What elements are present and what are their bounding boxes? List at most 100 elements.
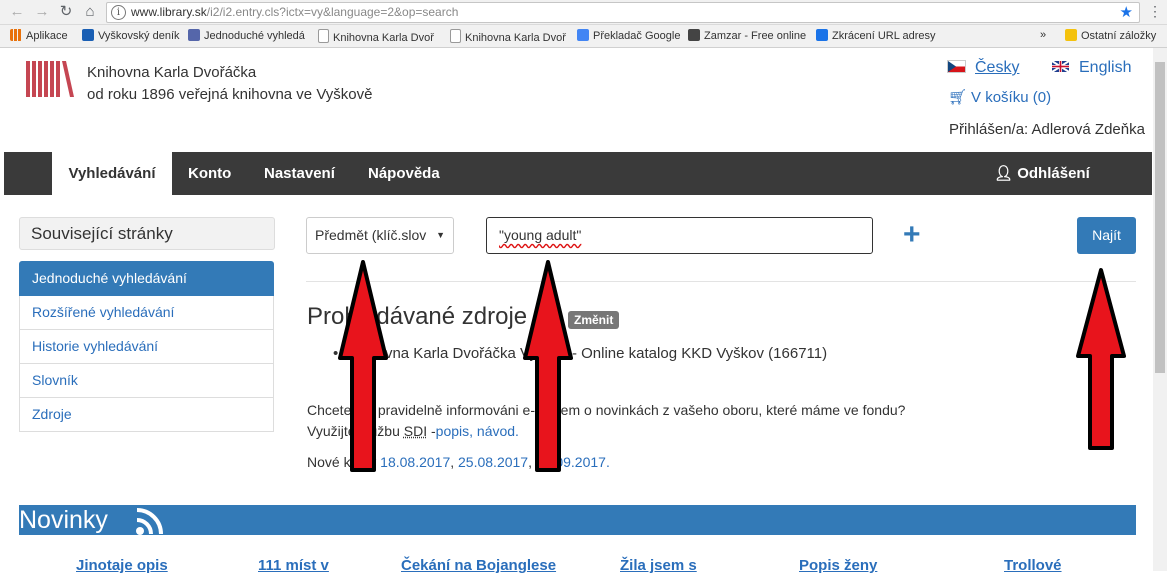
- nav-logout[interactable]: 👤︎ Odhlášení: [994, 152, 1090, 195]
- apps-grid-icon: [10, 29, 22, 41]
- search-field-select[interactable]: Předmět (klíč.slov ▼: [306, 217, 454, 254]
- novinky-book-3[interactable]: Čekání na Bojanglese: [401, 557, 556, 574]
- site-icon: [688, 29, 700, 41]
- sdi-prefix: Využijte službu: [307, 423, 404, 439]
- page-scrollbar[interactable]: [1153, 48, 1167, 571]
- library-name: Knihovna Karla Dvořáčka: [87, 62, 372, 84]
- divider: [306, 281, 1136, 282]
- sidebar-item-search-history[interactable]: Historie vyhledávání: [19, 330, 274, 364]
- bookmark-label: Překladač Google: [593, 30, 680, 42]
- source-item: • Knihovna Karla Dvořáčka Vyškov - Onlin…: [333, 345, 827, 362]
- lang-english-link[interactable]: English: [1052, 59, 1131, 77]
- bookmark-knihovna-1[interactable]: Knihovna Karla Dvoř: [318, 29, 437, 44]
- library-tagline: od roku 1896 veřejná knihovna ve Vyškově: [87, 84, 372, 106]
- novinky-banner: Novinky: [19, 505, 1136, 535]
- new-books-link-1[interactable]: 18.08.2017: [380, 454, 450, 470]
- search-input[interactable]: "young adult": [486, 217, 873, 254]
- scrollbar-thumb[interactable]: [1155, 62, 1165, 373]
- find-button[interactable]: Najít: [1077, 217, 1136, 254]
- sidebar-item-sources[interactable]: Zdroje: [19, 398, 274, 432]
- library-logo: [26, 61, 74, 97]
- reload-icon[interactable]: ↻: [57, 3, 75, 21]
- new-books-link-3[interactable]: 01.09.2017.: [536, 454, 610, 470]
- sidebar-item-dictionary[interactable]: Slovník: [19, 364, 274, 398]
- bookmark-label: Jednoduché vyhledá: [204, 30, 308, 42]
- nav-help[interactable]: Nápověda: [368, 152, 440, 195]
- bookmark-label: Ostatní záložky: [1081, 30, 1156, 42]
- sdi-help-link[interactable]: popis, návod.: [436, 423, 519, 439]
- new-books-line: Nové knihy 18.08.2017, 25.08.2017, 01.09…: [307, 454, 610, 470]
- novinky-book-4[interactable]: Žila jsem s: [620, 557, 697, 574]
- main-navbar: Vyhledávání Konto Nastavení Nápověda 👤︎ …: [4, 152, 1152, 195]
- caret-down-icon: ▼: [428, 218, 445, 253]
- logged-in-user: Přihlášen/a: Adlerová Zdeňka: [949, 121, 1145, 138]
- add-field-icon[interactable]: +: [903, 218, 921, 252]
- home-icon[interactable]: ⌂: [81, 3, 99, 21]
- more-bookmarks[interactable]: »: [1040, 29, 1046, 41]
- sdi-info: Chcete být pravidelně informováni e-mail…: [307, 400, 905, 442]
- site-icon: [816, 29, 828, 41]
- bookmark-label: Knihovna Karla Dvoř: [465, 32, 569, 44]
- url-host: www.library.sk: [131, 5, 207, 19]
- sidebar-heading: Související stránky: [19, 217, 275, 250]
- novinky-book-5[interactable]: Popis ženy: [799, 557, 877, 574]
- cart-label: V košíku (0): [971, 89, 1051, 106]
- nav-account[interactable]: Konto: [188, 152, 231, 195]
- bookmark-apps[interactable]: Aplikace: [10, 29, 68, 42]
- bookmarks-bar: Aplikace Vyškovský deník Jednoduché vyhl…: [0, 25, 1167, 48]
- bookmark-other[interactable]: Ostatní záložky: [1065, 29, 1156, 42]
- bookmark-google-translate[interactable]: Překladač Google: [577, 29, 680, 42]
- sdi-abbr: SDI: [404, 423, 427, 439]
- address-bar[interactable]: i www.library.sk/i2/i2.entry.cls?ictx=vy…: [106, 2, 1140, 23]
- red-arrow-3: [1078, 270, 1124, 448]
- bookmark-jednoduche-vyhledavani[interactable]: Jednoduché vyhledá: [188, 29, 308, 42]
- bookmark-knihovna-2[interactable]: Knihovna Karla Dvoř: [450, 29, 569, 44]
- site-icon: [188, 29, 200, 41]
- nav-settings[interactable]: Nastavení: [264, 152, 335, 195]
- browser-menu-icon[interactable]: ⋮: [1148, 3, 1162, 20]
- browser-toolbar: ← → ↻ ⌂ i www.library.sk/i2/i2.entry.cls…: [0, 0, 1167, 25]
- sidebar-list: Jednoduché vyhledávání Rozšířené vyhledá…: [19, 261, 274, 432]
- sidebar-item-advanced-search[interactable]: Rozšířené vyhledávání: [19, 296, 274, 330]
- forward-icon[interactable]: →: [33, 3, 51, 21]
- rss-icon[interactable]: [135, 508, 163, 536]
- sidebar-item-simple-search[interactable]: Jednoduché vyhledávání: [19, 261, 274, 296]
- bookmark-label: Knihovna Karla Dvoř: [333, 32, 437, 44]
- novinky-book-1[interactable]: Jinotaje opis: [76, 557, 168, 574]
- sources-title: Prohledávané zdroje: [307, 303, 527, 331]
- info-icon[interactable]: i: [111, 5, 126, 20]
- change-sources-button[interactable]: Změnit: [568, 311, 619, 329]
- back-icon[interactable]: ←: [8, 3, 26, 21]
- bookmark-vyskovsky-denik[interactable]: Vyškovský deník: [82, 29, 180, 42]
- bookmark-label: Zkrácení URL adresy: [832, 30, 936, 42]
- library-name-block: Knihovna Karla Dvořáčka od roku 1896 veř…: [87, 62, 372, 106]
- lang-czech-link[interactable]: Česky: [948, 59, 1019, 77]
- nav-logout-label: Odhlášení: [1017, 165, 1090, 182]
- sdi-info-line1: Chcete být pravidelně informováni e-mail…: [307, 400, 905, 421]
- lang-czech-label: Česky: [975, 59, 1019, 76]
- page-icon: [318, 29, 329, 43]
- bookmark-label: Aplikace: [26, 30, 68, 42]
- search-field-value: Předmět (klíč.slov: [315, 227, 426, 243]
- bookmark-zamzar[interactable]: Zamzar - Free online: [688, 29, 806, 42]
- source-item-label: Knihovna Karla Dvořáčka Vyškov - Online …: [347, 345, 828, 362]
- new-books-link-2[interactable]: 25.08.2017: [458, 454, 528, 470]
- novinky-book-2[interactable]: 111 míst v: [258, 557, 329, 574]
- user-icon: 👤︎: [994, 165, 1013, 182]
- translate-icon: [577, 29, 589, 41]
- new-books-label: Nové knihy: [307, 454, 380, 470]
- sdi-mid: -: [427, 423, 436, 439]
- sdi-info-line2: Využijte službu SDI -popis, návod.: [307, 421, 905, 442]
- novinky-book-6[interactable]: Trollové: [1004, 557, 1062, 574]
- nav-search[interactable]: Vyhledávání: [52, 152, 172, 195]
- bookmark-label: Zamzar - Free online: [704, 30, 806, 42]
- bookmark-url-shortener[interactable]: Zkrácení URL adresy: [816, 29, 936, 42]
- url-path: /i2/i2.entry.cls?ictx=vy&language=2&op=s…: [207, 5, 459, 19]
- bookmark-star-icon[interactable]: ★: [1120, 3, 1133, 21]
- bookmark-label: Vyškovský deník: [98, 30, 180, 42]
- folder-icon: [1065, 29, 1077, 41]
- novinky-title: Novinky: [19, 505, 108, 535]
- cart-icon: 🛒︎: [948, 89, 967, 106]
- search-query: "young adult": [499, 227, 581, 243]
- cart-link[interactable]: 🛒︎ V košíku (0): [948, 88, 1051, 106]
